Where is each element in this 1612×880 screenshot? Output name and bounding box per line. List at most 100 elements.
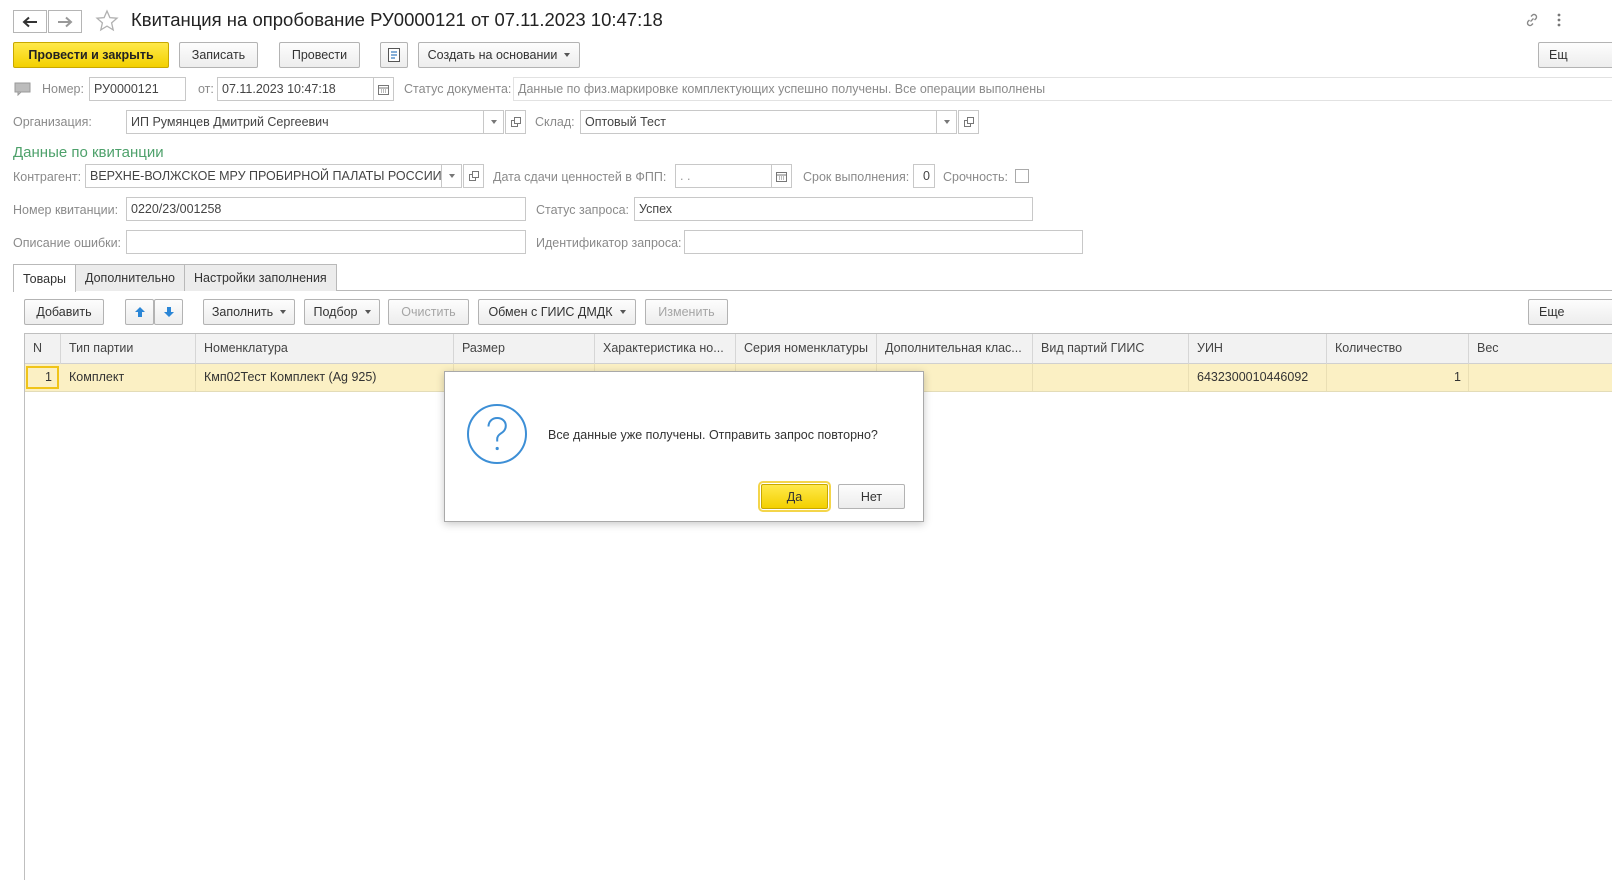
open-form-icon <box>468 171 479 181</box>
pick-label: Подбор <box>313 305 358 319</box>
tab-goods[interactable]: Товары <box>13 264 76 292</box>
date-label: от: <box>198 82 214 96</box>
document-status-label: Статус документа: <box>404 82 512 96</box>
row-number-cell[interactable]: 1 <box>26 366 59 389</box>
term-field[interactable]: 0 <box>913 164 935 188</box>
organization-dropdown-button[interactable] <box>483 110 504 134</box>
column-header[interactable]: Номенклатура <box>196 334 454 364</box>
table-header: N Тип партии Номенклатура Размер Характе… <box>25 334 1612 364</box>
contractor-field[interactable]: ВЕРХНЕ-ВОЛЖСКОЕ МРУ ПРОБИРНОЙ ПАЛАТЫ РОС… <box>85 164 442 188</box>
warehouse-dropdown-button[interactable] <box>936 110 957 134</box>
post-button[interactable]: Провести <box>279 42 360 68</box>
move-up-button[interactable] <box>125 299 154 325</box>
quantity-cell[interactable]: 1 <box>1327 364 1469 391</box>
nomenclature-cell[interactable]: Кмп02Тест Комплект (Ag 925) <box>196 364 454 391</box>
arrow-down-icon <box>163 307 174 317</box>
column-header[interactable]: УИН <box>1189 334 1327 364</box>
tab-additional[interactable]: Дополнительно <box>75 264 185 291</box>
chevron-down-icon <box>619 310 626 314</box>
chevron-down-icon <box>280 310 287 314</box>
error-description-label: Описание ошибки: <box>13 236 122 250</box>
contractor-label: Контрагент: <box>13 170 82 184</box>
date-field[interactable]: 07.11.2023 10:47:18 <box>217 77 374 101</box>
more-actions-button[interactable]: Ещ <box>1538 42 1612 68</box>
request-status-label: Статус запроса: <box>536 203 630 217</box>
edit-button[interactable]: Изменить <box>645 299 728 325</box>
column-header[interactable]: Размер <box>454 334 595 364</box>
dialog-message: Все данные уже получены. Отправить запро… <box>548 428 878 442</box>
link-icon[interactable] <box>1524 12 1540 31</box>
contractor-dropdown-button[interactable] <box>441 164 462 188</box>
more-vertical-icon[interactable] <box>1556 12 1562 31</box>
column-header[interactable]: Количество <box>1327 334 1469 364</box>
no-button[interactable]: Нет <box>838 484 905 509</box>
number-field[interactable]: РУ0000121 <box>89 77 186 101</box>
giis-exchange-label: Обмен с ГИИС ДМДК <box>488 305 613 319</box>
comment-icon[interactable] <box>14 82 31 99</box>
add-button[interactable]: Добавить <box>24 299 104 325</box>
chevron-down-icon <box>490 120 497 124</box>
column-header[interactable]: Характеристика но... <box>595 334 736 364</box>
calendar-button[interactable] <box>373 77 394 101</box>
report-icon <box>388 48 400 62</box>
arrow-up-icon <box>134 307 145 317</box>
move-down-button[interactable] <box>154 299 183 325</box>
column-header[interactable]: Вид партий ГИИС <box>1033 334 1189 364</box>
column-header[interactable]: Вес <box>1469 334 1612 364</box>
uin-cell[interactable]: 6432300010446092 <box>1189 364 1327 391</box>
delivery-date-field[interactable]: . . <box>675 164 772 188</box>
calendar-icon <box>776 171 787 182</box>
delivery-calendar-button[interactable] <box>771 164 792 188</box>
save-button[interactable]: Записать <box>179 42 258 68</box>
warehouse-label: Склад: <box>535 115 575 129</box>
warehouse-open-button[interactable] <box>958 110 979 134</box>
request-id-field[interactable] <box>684 230 1083 254</box>
giis-type-cell[interactable] <box>1033 364 1189 391</box>
urgency-checkbox[interactable] <box>1015 169 1029 183</box>
organization-open-button[interactable] <box>505 110 526 134</box>
request-status-field[interactable]: Успех <box>634 197 1033 221</box>
column-header[interactable]: Тип партии <box>61 334 196 364</box>
back-button[interactable] <box>13 10 47 33</box>
contractor-open-button[interactable] <box>463 164 484 188</box>
warehouse-field[interactable]: Оптовый Тест <box>580 110 937 134</box>
open-form-icon <box>510 117 521 127</box>
receipt-number-field[interactable]: 0220/23/001258 <box>126 197 526 221</box>
term-label: Срок выполнения: <box>803 170 910 184</box>
clear-button[interactable]: Очистить <box>388 299 469 325</box>
forward-button[interactable] <box>48 10 82 33</box>
document-status-value: Данные по физ.маркировке комплектующих у… <box>513 77 1612 101</box>
column-header[interactable]: Серия номенклатуры <box>736 334 877 364</box>
create-based-label: Создать на основании <box>427 48 558 62</box>
create-based-button[interactable]: Создать на основании <box>418 42 580 68</box>
print-report-button[interactable] <box>380 42 408 68</box>
weight-cell[interactable] <box>1469 364 1612 391</box>
table-more-button[interactable]: Еще <box>1528 299 1612 325</box>
fill-button[interactable]: Заполнить <box>203 299 295 325</box>
column-header[interactable]: Дополнительная клас... <box>877 334 1033 364</box>
calendar-icon <box>378 84 389 95</box>
yes-button[interactable]: Да <box>758 481 831 512</box>
chevron-down-icon <box>943 120 950 124</box>
chevron-down-icon <box>364 310 371 314</box>
organization-label: Организация: <box>13 115 92 129</box>
error-description-field[interactable] <box>126 230 526 254</box>
favorite-star-icon[interactable] <box>95 9 119 36</box>
arrow-left-icon <box>22 16 37 27</box>
organization-field[interactable]: ИП Румянцев Дмитрий Сергеевич <box>126 110 484 134</box>
fill-label: Заполнить <box>211 305 274 319</box>
chevron-down-icon <box>448 174 455 178</box>
giis-exchange-button[interactable]: Обмен с ГИИС ДМДК <box>478 299 636 325</box>
column-header[interactable]: N <box>25 334 61 364</box>
confirm-dialog: Все данные уже получены. Отправить запро… <box>444 371 924 522</box>
post-and-close-button[interactable]: Провести и закрыть <box>13 42 169 68</box>
receipt-section-title: Данные по квитанции <box>13 144 164 161</box>
open-form-icon <box>963 117 974 127</box>
delivery-date-label: Дата сдачи ценностей в ФПП: <box>493 170 667 184</box>
question-icon <box>466 403 528 468</box>
pick-button[interactable]: Подбор <box>304 299 380 325</box>
request-id-label: Идентификатор запроса: <box>536 236 682 250</box>
arrow-right-icon <box>58 16 73 27</box>
batch-type-cell[interactable]: Комплект <box>61 364 196 391</box>
tab-fill-settings[interactable]: Настройки заполнения <box>184 264 337 291</box>
